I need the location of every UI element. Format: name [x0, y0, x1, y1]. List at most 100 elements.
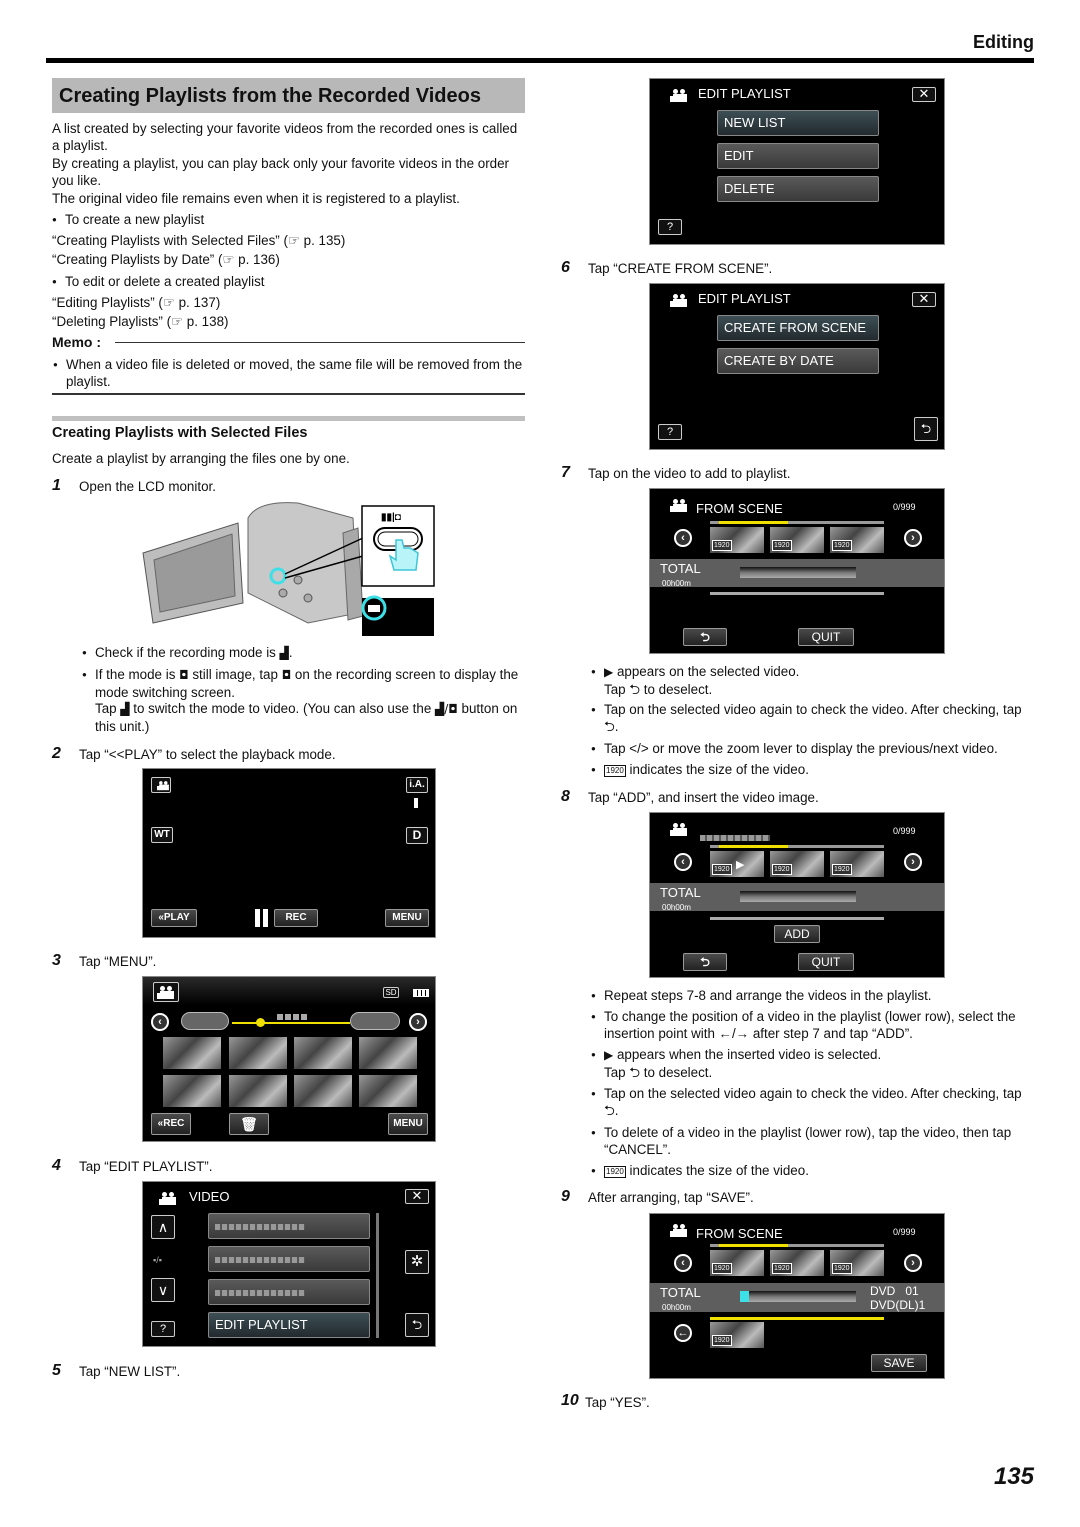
bullet-new-playlist: To create a new playlist	[52, 211, 204, 229]
step8-note-check: Tap on the selected video again to check…	[591, 1085, 1036, 1120]
step-1-number: 1	[52, 477, 61, 494]
back-button[interactable]: ⮌	[683, 628, 727, 646]
back-button[interactable]: ⮌	[405, 1313, 429, 1337]
video-thumbnail[interactable]	[359, 1037, 417, 1069]
link-by-date[interactable]: “Creating Playlists by Date” (☞ p. 136)	[52, 251, 527, 268]
video-thumbnail[interactable]	[163, 1075, 221, 1107]
next-date-button[interactable]	[350, 1012, 400, 1030]
menu-item-delete[interactable]: DELETE	[717, 176, 879, 202]
video-thumbnail[interactable]: 1920	[770, 1250, 824, 1276]
playlist-scroll-track[interactable]	[710, 592, 884, 595]
chevron-up-icon: ∧	[157, 1219, 169, 1235]
blurred-title	[700, 828, 770, 845]
video-thumbnail[interactable]	[294, 1037, 352, 1069]
close-icon: ✕	[918, 291, 930, 306]
insert-point-arrow-button[interactable]: ←	[674, 1324, 692, 1342]
video-mode-button[interactable]	[151, 777, 171, 793]
video-thumbnail[interactable]	[229, 1037, 287, 1069]
rec-mode-button[interactable]: «REC	[151, 1113, 191, 1135]
video-thumbnail[interactable]: 1920	[770, 527, 824, 553]
add-button[interactable]: ADD	[774, 925, 820, 943]
video-thumbnail[interactable]	[229, 1075, 287, 1107]
display-button[interactable]: D	[406, 827, 428, 844]
menu-item-new-list[interactable]: NEW LIST	[717, 110, 879, 136]
scene-scroll-thumb[interactable]	[718, 521, 789, 524]
video-mode-button[interactable]	[153, 982, 179, 1002]
play-mode-button[interactable]: «PLAY	[151, 909, 197, 927]
step1-note-tap-b: to switch the mode to video. (You can al…	[133, 701, 432, 716]
link-selected-files[interactable]: “Creating Playlists with Selected Files”…	[52, 232, 527, 249]
date-slider-handle[interactable]	[256, 1018, 265, 1027]
zoom-wt-button[interactable]: WT	[151, 827, 173, 843]
step8-note-size: 1920 indicates the size of the video.	[591, 1162, 809, 1180]
back-button[interactable]: ⮌	[683, 953, 727, 971]
link-editing[interactable]: “Editing Playlists” (☞ p. 137)	[52, 294, 527, 311]
video-thumbnail[interactable]: 1920	[770, 851, 824, 877]
rec-button[interactable]: REC	[274, 909, 318, 927]
prev-arrow-button[interactable]: ‹	[674, 853, 692, 871]
menu-button[interactable]: MENU	[388, 1113, 428, 1135]
menu-item-create-from-scene[interactable]: CREATE FROM SCENE	[717, 315, 879, 341]
size-tag: 1920	[832, 540, 852, 551]
video-thumbnail-selected[interactable]: 1920 ▶	[710, 851, 764, 877]
video-thumbnail[interactable]: 1920	[830, 527, 884, 553]
size-tag: 1920	[712, 1335, 732, 1346]
delete-button[interactable]: 🗑	[229, 1113, 269, 1135]
chevron-down-icon: ∨	[157, 1282, 169, 1298]
ia-button[interactable]: i.A.	[406, 777, 428, 793]
video-thumbnail[interactable]: 1920	[710, 1250, 764, 1276]
video-thumbnail[interactable]	[359, 1075, 417, 1107]
close-button[interactable]: ✕	[912, 292, 936, 307]
close-button[interactable]: ✕	[912, 87, 936, 102]
video-thumbnail[interactable]	[163, 1037, 221, 1069]
back-button[interactable]: ⮌	[914, 417, 938, 441]
menu-item-blurred[interactable]	[208, 1279, 370, 1305]
scroll-up-button[interactable]: ∧	[151, 1215, 175, 1239]
scene-scroll-thumb[interactable]	[718, 845, 789, 848]
next-arrow-button[interactable]: ›	[904, 529, 922, 547]
menu-button[interactable]: MENU	[385, 909, 429, 927]
playlist-thumbnail[interactable]: 1920	[710, 1322, 764, 1348]
close-button[interactable]: ✕	[405, 1189, 429, 1204]
scroll-down-button[interactable]: ∨	[151, 1278, 175, 1302]
menu-item-edit-playlist[interactable]: EDIT PLAYLIST	[208, 1312, 370, 1338]
prev-arrow-button[interactable]: ‹	[674, 1254, 692, 1272]
save-button[interactable]: SAVE	[871, 1354, 927, 1372]
scene-scroll-track[interactable]	[710, 1244, 884, 1247]
next-arrow-button[interactable]: ›	[409, 1013, 427, 1031]
prev-arrow-button[interactable]: ‹	[151, 1013, 169, 1031]
date-slider[interactable]	[232, 1022, 350, 1024]
video-thumbnail[interactable]: 1920	[830, 1250, 884, 1276]
menu-item-edit[interactable]: EDIT	[717, 143, 879, 169]
menu-scrollbar[interactable]	[376, 1213, 379, 1338]
prev-date-button[interactable]	[181, 1012, 229, 1030]
settings-button[interactable]: ✲	[405, 1250, 429, 1274]
next-arrow-button[interactable]: ›	[904, 1254, 922, 1272]
prev-arrow-button[interactable]: ‹	[674, 529, 692, 547]
video-camera-icon	[670, 294, 690, 308]
video-thumbnail[interactable]: 1920	[830, 851, 884, 877]
help-button[interactable]: ?	[151, 1321, 175, 1337]
scene-scroll-track[interactable]	[710, 845, 884, 848]
menu-item-create-by-date[interactable]: CREATE BY DATE	[717, 348, 879, 374]
help-button[interactable]: ?	[658, 219, 682, 235]
quit-button[interactable]: QUIT	[798, 628, 854, 646]
step-6-number: 6	[561, 259, 570, 276]
quit-button[interactable]: QUIT	[798, 953, 854, 971]
scene-scroll-thumb[interactable]	[718, 1244, 789, 1247]
video-thumbnail[interactable]: 1920	[710, 527, 764, 553]
playlist-scroll-track[interactable]	[710, 917, 884, 920]
blurred-label	[700, 835, 770, 841]
size-tag-icon: 1920	[604, 1166, 626, 1178]
menu-item-blurred[interactable]	[208, 1246, 370, 1272]
next-arrow-button[interactable]: ›	[904, 853, 922, 871]
help-button[interactable]: ?	[658, 424, 682, 440]
link-deleting[interactable]: “Deleting Playlists” (☞ p. 138)	[52, 313, 527, 330]
scene-scroll-track[interactable]	[710, 521, 884, 524]
video-thumbnail[interactable]	[294, 1075, 352, 1107]
step-1-text: Open the LCD monitor.	[79, 479, 216, 494]
step7-note-size-text: indicates the size of the video.	[629, 762, 809, 777]
playlist-scroll-track[interactable]	[710, 1317, 884, 1320]
intro-p2: By creating a playlist, you can play bac…	[52, 156, 510, 189]
menu-item-blurred[interactable]	[208, 1213, 370, 1239]
